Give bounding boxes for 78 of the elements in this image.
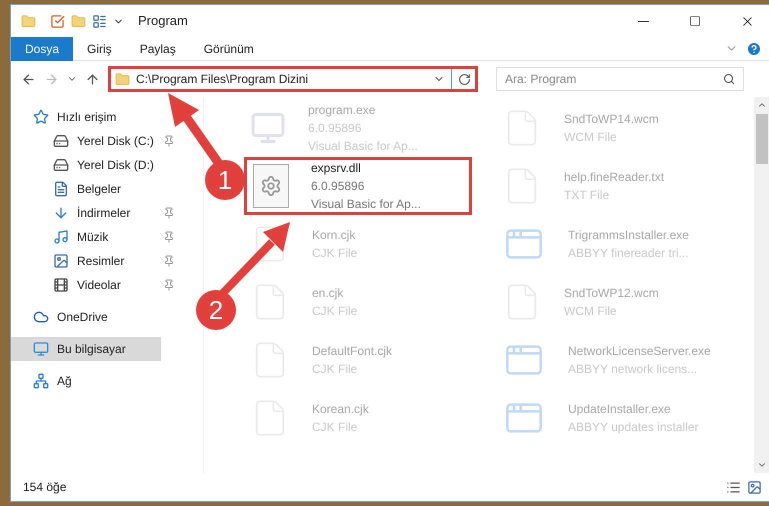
help-icon[interactable] <box>746 40 762 56</box>
file-name: en.cjk <box>312 285 344 302</box>
cloud-icon <box>33 309 49 325</box>
address-path: C:\Program Files\Program Dizini <box>136 71 310 88</box>
nav-label: Bu bilgisayar <box>57 341 127 358</box>
nav-label: Müzik <box>77 229 110 246</box>
settings-file-icon <box>253 164 289 208</box>
address-bar[interactable]: C:\Program Files\Program Dizini <box>108 66 478 92</box>
folder-icon <box>115 72 130 86</box>
up-icon[interactable] <box>85 72 100 86</box>
star-icon <box>33 109 49 125</box>
nav-item[interactable]: Müzik <box>11 225 179 249</box>
nav-item[interactable]: OneDrive <box>11 305 161 329</box>
scrollbar[interactable] <box>754 97 769 473</box>
nav-item[interactable]: Hızlı erişim <box>11 105 161 129</box>
nav-label: Ağ <box>57 373 73 390</box>
file-detail: 6.0.95896 <box>311 178 366 195</box>
pin-icon <box>163 135 175 147</box>
nav-item[interactable]: Yerel Disk (C:) <box>11 129 179 153</box>
ribbon-tab[interactable]: Dosya <box>11 36 74 60</box>
scroll-thumb[interactable] <box>756 114 768 164</box>
properties-icon[interactable] <box>50 14 65 28</box>
drive-icon <box>53 133 69 149</box>
drive-icon <box>53 157 69 173</box>
nav-item[interactable]: Yerel Disk (D:) <box>11 153 179 177</box>
minimize-icon <box>638 20 648 22</box>
back-icon[interactable] <box>21 72 36 86</box>
nav-label: Hızlı erişim <box>57 109 118 126</box>
large-icons-view-icon[interactable] <box>747 480 762 494</box>
pin-icon <box>163 231 175 243</box>
nav-label: Resimler <box>77 253 126 270</box>
nav-label: Videolar <box>77 277 122 294</box>
document-icon <box>53 181 69 197</box>
nav-item[interactable]: Resimler <box>11 249 179 273</box>
nav-label: Belgeler <box>77 181 122 198</box>
file-name: Korean.cjk <box>312 401 369 418</box>
maximize-icon <box>689 15 701 27</box>
pin-icon <box>163 255 175 267</box>
file-name: expsrv.dll <box>311 160 362 177</box>
picture-icon <box>53 253 69 269</box>
computer-icon <box>33 341 49 357</box>
ribbon-tab[interactable]: Giriş <box>73 36 126 60</box>
nav-item[interactable]: İndirmeler <box>11 201 179 225</box>
file-name: DefaultFont.cjk <box>312 343 392 360</box>
file-name: UpdateInstaller.exe <box>568 401 672 418</box>
file-name: TrigrammsInstaller.exe <box>568 227 689 244</box>
search-field[interactable]: Ara: Program <box>496 67 744 91</box>
file-name: NetworkLicenseServer.exe <box>568 343 711 360</box>
file-item[interactable]: expsrv.dll 6.0.95896 Visual Basic for Ap... <box>244 157 472 215</box>
search-input[interactable]: Ara: Program <box>505 70 723 88</box>
nav-label: İndirmeler <box>77 205 132 222</box>
window-title: Program <box>138 12 189 30</box>
item-count: 154 öğe <box>23 479 68 496</box>
video-icon <box>53 277 69 293</box>
details-view-icon[interactable] <box>726 480 741 494</box>
ribbon-tab[interactable]: Görünüm <box>190 36 268 60</box>
download-icon <box>53 205 69 221</box>
nav-item[interactable]: Belgeler <box>11 177 179 201</box>
music-icon <box>53 229 69 245</box>
nav-label: Yerel Disk (D:) <box>77 157 155 174</box>
network-icon <box>33 373 49 389</box>
ribbon-tab[interactable]: Paylaş <box>126 36 190 60</box>
nav-item[interactable]: Ağ <box>11 369 161 393</box>
pin-icon <box>163 207 175 219</box>
nav-item[interactable]: Bu bilgisayar <box>11 337 161 361</box>
pin-icon <box>163 279 175 291</box>
search-icon <box>723 73 735 85</box>
file-detail: Visual Basic for Ap... <box>311 196 421 213</box>
refresh-icon[interactable] <box>458 72 471 86</box>
file-name: SndToWP12.wcm <box>564 285 659 302</box>
file-name: Korn.cjk <box>312 227 356 244</box>
nav-item[interactable]: Videolar <box>11 273 179 297</box>
file-name: SndToWP14.wcm <box>564 111 659 128</box>
file-name: help.fineReader.txt <box>564 169 664 186</box>
view-list-icon[interactable] <box>92 14 107 28</box>
nav-label: Yerel Disk (C:) <box>77 133 155 150</box>
file-name: program.exe <box>308 102 376 119</box>
nav-label: OneDrive <box>57 309 109 326</box>
